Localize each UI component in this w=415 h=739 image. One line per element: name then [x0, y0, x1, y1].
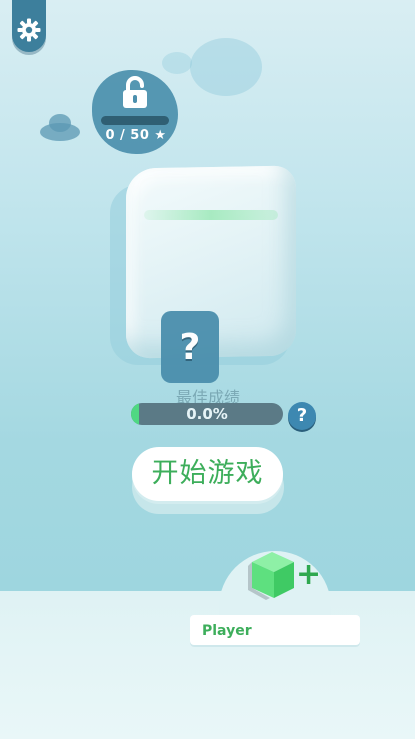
start-game-button[interactable]: 开始游戏	[132, 447, 283, 501]
green-cube-icon[interactable]	[248, 548, 298, 602]
unlock-icon	[123, 76, 147, 108]
help-button[interactable]: ?	[288, 402, 316, 430]
player-name: Player	[202, 623, 252, 639]
star-count-text: 0 / 50	[105, 128, 150, 143]
settings-button[interactable]	[12, 0, 46, 52]
background-blob	[162, 52, 192, 74]
cloud-icon	[40, 114, 80, 141]
question-mark-icon: ?	[179, 326, 201, 368]
star-count: 0 / 50 ★	[98, 128, 174, 143]
star-icon: ★	[154, 128, 167, 143]
mystery-box[interactable]: ?	[161, 311, 219, 383]
add-skin-icon[interactable]: +	[296, 560, 321, 590]
bottom-panel	[0, 591, 415, 739]
background-blob	[190, 38, 262, 96]
best-score-value: 0.0%	[186, 405, 228, 423]
cube-highlight	[144, 210, 278, 220]
gear-icon	[17, 18, 41, 42]
unlock-progress-bar	[101, 116, 169, 125]
